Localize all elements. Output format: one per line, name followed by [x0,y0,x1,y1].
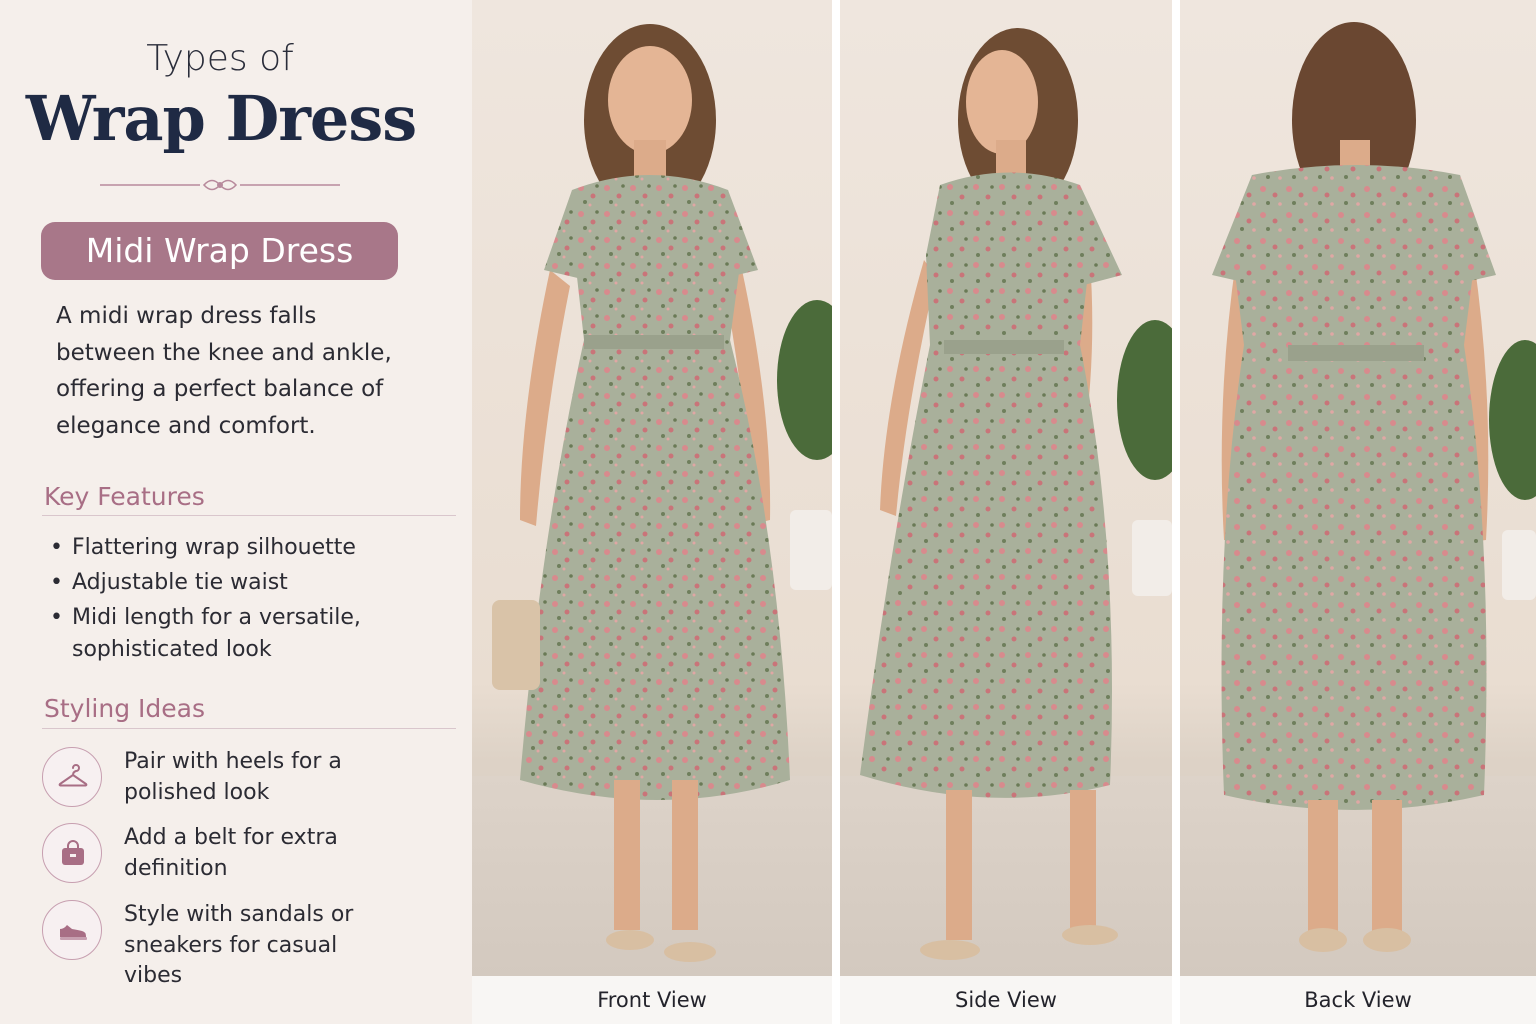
bullet-icon: • [50,605,63,630]
list-item: • Adjustable tie waist [50,567,450,599]
info-panel: Types of Wrap Dress Midi Wrap Dress A mi… [0,0,472,1024]
front-view-caption: Front View [472,976,832,1024]
photo-divider [1172,0,1180,1024]
styling-idea-text: Style with sandals or sneakers for casua… [124,902,354,988]
dress-description: A midi wrap dress falls between the knee… [56,303,392,439]
styling-idea-item: Add a belt for extra definition [42,823,452,885]
list-item: • Flattering wrap silhouette [50,532,450,564]
ornament-divider-icon [100,179,340,191]
front-view-photo [472,0,832,976]
handbag-icon [42,823,102,883]
back-view-figure [1212,22,1536,952]
sneaker-icon [42,900,102,960]
bullet-icon: • [50,570,63,595]
side-view-photo [840,0,1172,976]
back-view-photo [1180,0,1536,976]
list-item: • Midi length for a versatile, sophistica… [50,602,370,666]
key-features-heading: Key Features [44,482,205,511]
page-title: Wrap Dress [25,82,417,155]
back-view-caption: Back View [1180,976,1536,1024]
styling-ideas-heading: Styling Ideas [44,694,205,723]
styling-idea-text: Add a belt for extra definition [124,825,338,881]
styling-idea-item: Style with sandals or sneakers for casua… [42,900,452,988]
side-view-figure [860,28,1172,960]
dress-type-badge: Midi Wrap Dress [41,222,398,280]
front-view-figure [492,24,832,962]
key-features-list: • Flattering wrap silhouette • Adjustable … [50,532,450,669]
styling-idea-item: Pair with heels for a polished look [42,747,452,809]
photo-divider [832,0,840,1024]
side-view-caption: Side View [840,976,1172,1024]
styling-idea-text: Pair with heels for a polished look [124,749,342,805]
key-features-rule [42,515,456,516]
hanger-icon [42,747,102,807]
bullet-icon: • [50,535,63,560]
page-kicker: Types of [146,38,294,79]
styling-ideas-rule [42,728,456,729]
